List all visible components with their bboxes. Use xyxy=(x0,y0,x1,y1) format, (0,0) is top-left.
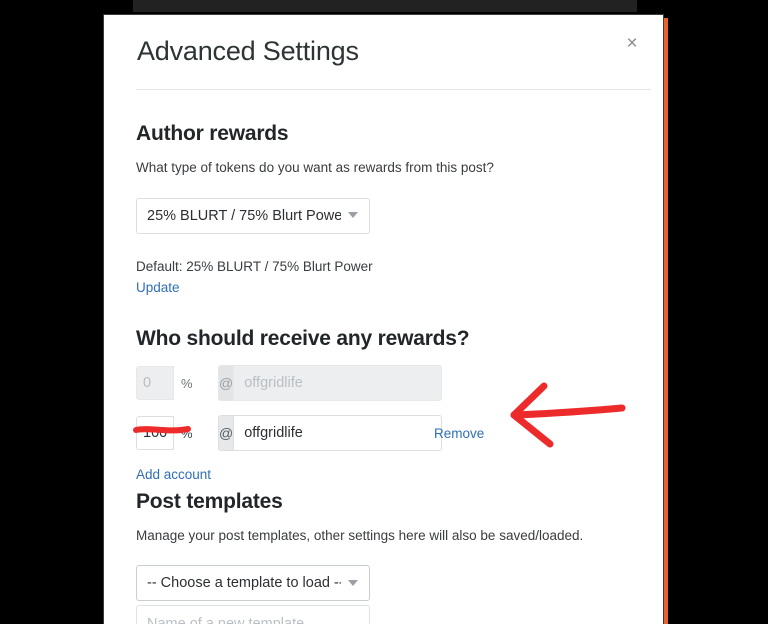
add-account-link[interactable]: Add account xyxy=(136,467,211,482)
author-rewards-section: Author rewards What type of tokens do yo… xyxy=(136,90,631,297)
beneficiary-percent-input[interactable] xyxy=(136,416,174,451)
percent-unit-label: % xyxy=(181,425,193,441)
screen-root: Advanced Settings × Author rewards What … xyxy=(0,0,768,624)
reward-select-wrap: 25% BLURT / 75% Blurt Power xyxy=(136,178,370,235)
beneficiary-account-input[interactable] xyxy=(233,415,443,452)
beneficiary-percent-input xyxy=(136,366,174,401)
default-reward-text: Default: 25% BLURT / 75% Blurt Power xyxy=(136,259,373,275)
at-symbol-prefix: @ xyxy=(218,415,234,452)
close-icon[interactable]: × xyxy=(618,30,646,58)
update-link[interactable]: Update xyxy=(136,280,180,295)
post-templates-heading: Post templates xyxy=(136,490,283,514)
post-templates-description: Manage your post templates, other settin… xyxy=(136,528,584,544)
reward-type-select[interactable]: 25% BLURT / 75% Blurt Power xyxy=(136,198,370,235)
beneficiary-row: % @ Remove xyxy=(136,415,631,452)
author-rewards-description: What type of tokens do you want as rewar… xyxy=(136,160,494,175)
percent-unit-label: % xyxy=(181,375,193,391)
page-title: Advanced Settings xyxy=(137,36,359,66)
author-rewards-heading: Author rewards xyxy=(136,122,289,145)
beneficiaries-heading: Who should receive any rewards? xyxy=(136,327,470,351)
beneficiaries-section: Who should receive any rewards? % @ % @ xyxy=(136,297,631,484)
modal-body: Author rewards What type of tokens do yo… xyxy=(104,90,663,624)
beneficiary-row: % @ xyxy=(136,365,631,402)
advanced-settings-modal: Advanced Settings × Author rewards What … xyxy=(103,14,664,624)
post-templates-section: Post templates Manage your post template… xyxy=(136,484,631,624)
new-template-name-input[interactable] xyxy=(136,604,370,624)
load-template-select[interactable]: -- Choose a template to load -- xyxy=(136,564,370,601)
template-select-wrap: -- Choose a template to load -- xyxy=(136,547,370,601)
at-symbol-prefix: @ xyxy=(218,365,234,402)
beneficiary-account-group: @ xyxy=(218,415,443,452)
modal-header: Advanced Settings × xyxy=(104,15,663,89)
beneficiary-account-input xyxy=(233,365,443,402)
remove-beneficiary-link[interactable]: Remove xyxy=(434,426,484,441)
browser-chrome-bar xyxy=(133,0,637,12)
beneficiary-account-group: @ xyxy=(218,365,443,402)
